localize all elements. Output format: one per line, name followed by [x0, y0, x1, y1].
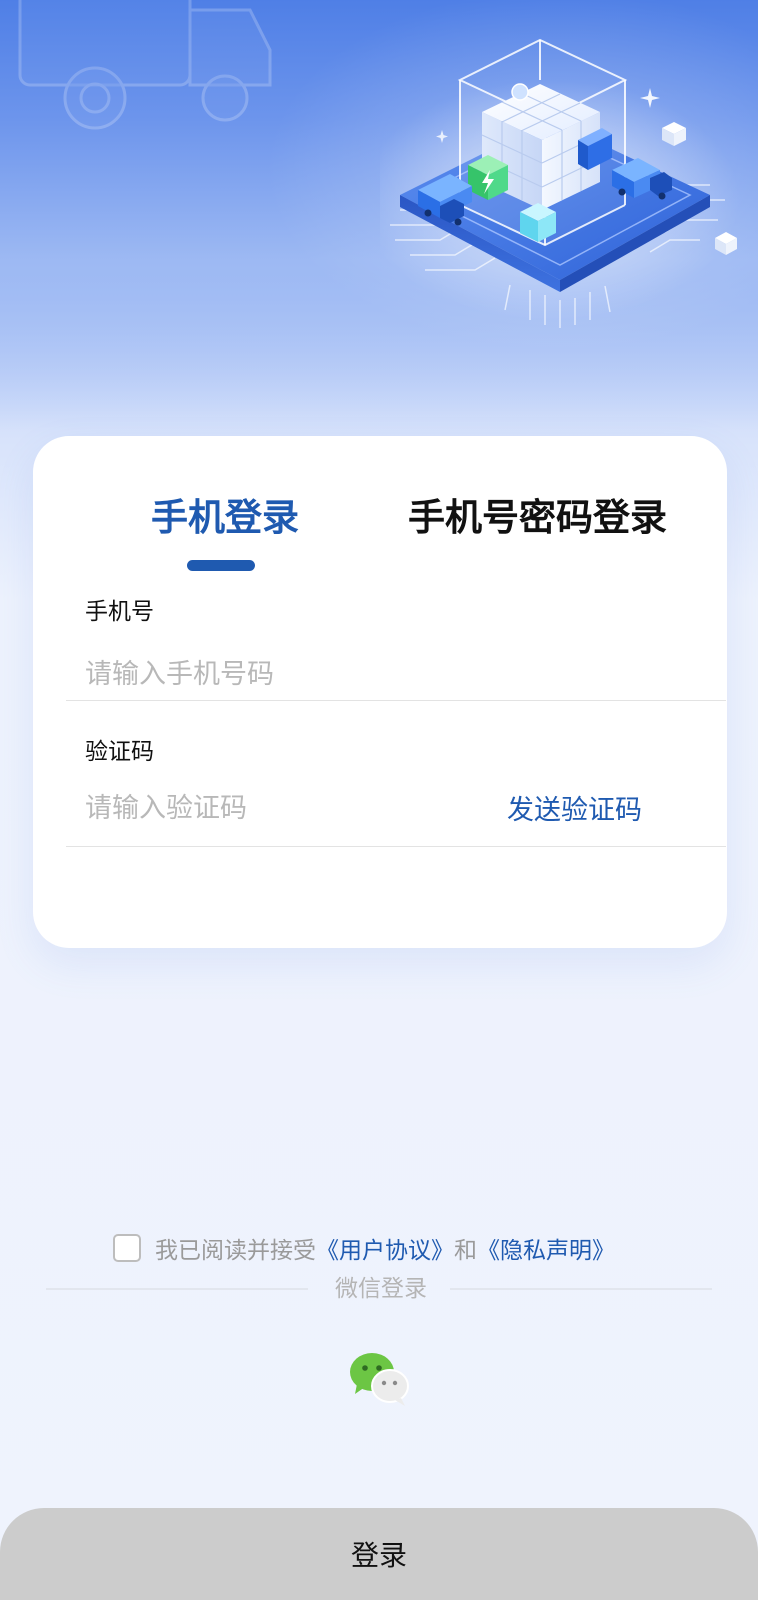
agreement-checkbox[interactable] — [113, 1234, 141, 1262]
phone-input[interactable] — [85, 654, 665, 694]
agreement-prefix: 我已阅读并接受 — [155, 1238, 316, 1264]
tab-password-login[interactable]: 手机号密码登录 — [408, 496, 667, 540]
tab-sms-login[interactable]: 手机登录 — [151, 496, 299, 540]
agreement-row: 我已阅读并接受 《用户协议》 和 《隐私声明》 — [113, 1231, 615, 1265]
login-button[interactable]: 登录 — [0, 1508, 758, 1600]
truck-illustration — [18, 0, 272, 130]
phone-divider — [66, 700, 726, 701]
verification-code-label: 验证码 — [85, 739, 154, 765]
verification-code-input[interactable] — [85, 788, 465, 828]
login-card: 手机登录 手机号密码登录 手机号 验证码 发送验证码 — [33, 436, 727, 948]
isometric-cube-illustration — [380, 38, 740, 328]
wechat-icon[interactable] — [349, 1348, 411, 1410]
wechat-divider-left — [46, 1288, 308, 1290]
user-agreement-link[interactable]: 《用户协议》 — [316, 1231, 454, 1265]
agreement-conjunction: 和 — [454, 1238, 477, 1264]
login-button-label: 登录 — [350, 1539, 407, 1572]
hero-banner — [0, 0, 758, 430]
active-tab-indicator — [187, 560, 255, 571]
wechat-divider-right — [450, 1288, 712, 1290]
wechat-login-label: 微信登录 — [335, 1276, 427, 1302]
code-divider — [66, 846, 726, 847]
phone-label: 手机号 — [85, 599, 154, 625]
privacy-statement-link[interactable]: 《隐私声明》 — [477, 1231, 615, 1265]
send-code-button[interactable]: 发送验证码 — [507, 794, 642, 828]
